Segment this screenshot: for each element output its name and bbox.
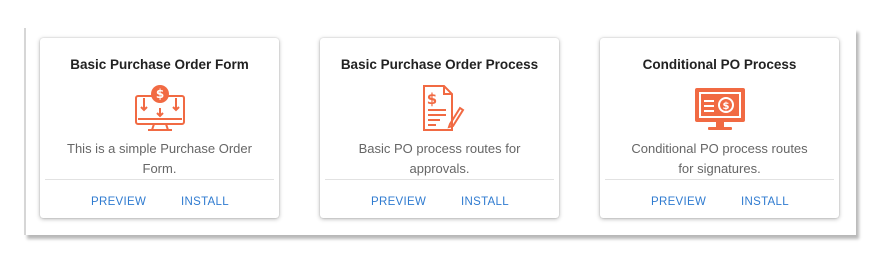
card-title: Conditional PO Process [642,57,797,72]
card-description: Conditional PO process routes for signat… [631,141,808,176]
install-button[interactable]: INSTALL [181,196,229,208]
card-divider [605,179,834,180]
install-button[interactable]: INSTALL [741,196,789,208]
svg-text:$: $ [426,90,436,108]
card-divider [45,179,274,180]
template-card: Conditional PO Process $ Conditional PO … [600,38,839,218]
document-pen-dollar-icon: $ [422,85,464,131]
card-description: Basic PO process routes for approvals. [358,141,521,176]
svg-text:$: $ [155,87,163,101]
template-card: Basic Purchase Order Form $ This is a si… [40,38,279,218]
install-button[interactable]: INSTALL [461,196,509,208]
template-card: Basic Purchase Order Process $ Basic PO … [320,38,559,218]
preview-button[interactable]: PREVIEW [651,196,706,208]
svg-text:$: $ [722,101,729,112]
preview-button[interactable]: PREVIEW [371,196,426,208]
preview-button[interactable]: PREVIEW [91,196,146,208]
card-divider [325,179,554,180]
card-description: This is a simple Purchase Order Form. [67,141,252,176]
card-title: Basic Purchase Order Process [340,57,539,72]
monitor-dollar-icon: $ [134,85,185,131]
card-title: Basic Purchase Order Form [70,57,249,72]
screen-dollar-icon: $ [694,88,745,130]
